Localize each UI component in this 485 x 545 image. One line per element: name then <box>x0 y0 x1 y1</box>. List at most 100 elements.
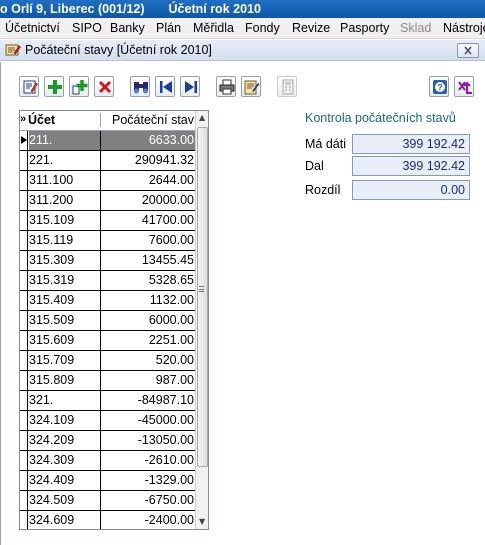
credit-label: Dal <box>305 159 324 173</box>
cell-initial-balance: -45000.00 <box>100 411 196 430</box>
credit-value-field: 399 192.42 <box>352 156 470 176</box>
cell-initial-balance: 2644.00 <box>100 171 196 190</box>
cell-account: 324.109 <box>29 413 75 427</box>
cell-initial-balance: 520.00 <box>100 351 196 370</box>
sort-indicator: » <box>20 113 27 125</box>
table-row[interactable]: 315.409 1132.00 <box>20 291 196 311</box>
table-row[interactable]: 315.709 520.00 <box>20 351 196 371</box>
cell-account: 221. <box>29 153 54 167</box>
cell-initial-balance: -6750.00 <box>100 491 196 510</box>
column-header-account[interactable]: Účet <box>28 113 55 127</box>
menu-nastroje[interactable]: Nástroje <box>443 21 485 35</box>
print-button[interactable] <box>216 76 236 97</box>
app-title-location: o Orlí 9, Liberec (001/12) <box>0 2 145 16</box>
grid-vertical-scrollbar[interactable]: ▲ ▼ <box>195 111 208 529</box>
table-row[interactable]: 315.109 41700.00 <box>20 211 196 231</box>
row-indicator <box>20 211 28 230</box>
table-row[interactable]: 315.809 987.00 <box>20 371 196 391</box>
add-copy-button[interactable] <box>69 76 89 97</box>
row-indicator <box>20 371 28 390</box>
cell-account: 315.409 <box>29 293 75 307</box>
first-record-button[interactable] <box>155 76 175 97</box>
cell-account: 311.100 <box>29 173 74 187</box>
menu-sipo[interactable]: SIPO <box>72 21 102 35</box>
cell-initial-balance: 5328.65 <box>100 271 196 290</box>
table-row[interactable]: 315.119 7600.00 <box>20 231 196 251</box>
menu-fondy[interactable]: Fondy <box>245 21 280 35</box>
cell-account: 211. <box>29 131 100 150</box>
cell-initial-balance: -1329.00 <box>100 471 196 490</box>
cell-initial-balance: -13050.00 <box>100 431 196 450</box>
accounts-grid[interactable]: » Účet Počáteční stav 211. 6633.00 221. 29… <box>19 110 209 530</box>
cell-initial-balance: 6633.00 <box>100 131 196 150</box>
menu-bar: Účetnictví SIPO Banky Plán Měřidla Fondy… <box>0 18 485 39</box>
row-indicator <box>20 251 28 270</box>
exit-button[interactable] <box>454 76 474 97</box>
app-title-year: Účetní rok 2010 <box>168 2 261 16</box>
cell-account: 315.109 <box>29 213 75 227</box>
row-indicator <box>20 191 28 210</box>
table-row[interactable]: 311.200 20000.00 <box>20 191 196 211</box>
table-row[interactable]: 315.309 13455.45 <box>20 251 196 271</box>
table-row[interactable]: 324.209 -13050.00 <box>20 431 196 451</box>
table-row[interactable]: 315.609 2251.00 <box>20 331 196 351</box>
cell-account: 315.709 <box>29 353 75 367</box>
help-button[interactable]: ? <box>429 76 449 97</box>
row-indicator <box>20 291 28 310</box>
cell-account: 324.509 <box>29 493 75 507</box>
row-indicator <box>20 391 28 410</box>
child-window-title-bar: Počáteční stavy [Účetní rok 2010] <box>0 40 485 61</box>
window-icon <box>5 43 21 57</box>
table-row[interactable]: 211. 6633.00 <box>20 131 196 151</box>
row-indicator <box>20 171 28 190</box>
add-button[interactable] <box>44 76 64 97</box>
cell-account: 315.609 <box>29 333 75 347</box>
last-record-button[interactable] <box>180 76 200 97</box>
cell-account: 311.200 <box>29 193 74 207</box>
debit-value-field: 399 192.42 <box>352 134 470 154</box>
cell-account: 324.209 <box>29 433 75 447</box>
table-row[interactable]: 324.309 -2610.00 <box>20 451 196 471</box>
row-indicator <box>20 271 28 290</box>
column-header-initial-balance[interactable]: Počáteční stav <box>100 113 196 127</box>
scroll-down-arrow-icon[interactable]: ▼ <box>199 517 205 526</box>
calculator-button[interactable] <box>277 76 297 97</box>
table-row[interactable]: 321. -84987.10 <box>20 391 196 411</box>
notepad-button[interactable] <box>241 76 261 97</box>
scroll-thumb[interactable] <box>197 127 208 467</box>
cell-initial-balance: -2400.00 <box>100 511 196 529</box>
grid-body: 211. 6633.00 221. 290941.32 311.100 2644.00… <box>20 131 196 529</box>
menu-banky[interactable]: Banky <box>110 21 145 35</box>
row-indicator <box>20 151 28 170</box>
row-indicator <box>20 131 28 150</box>
child-window-title: Počáteční stavy [Účetní rok 2010] <box>25 43 212 57</box>
edit-button[interactable] <box>19 76 39 97</box>
menu-revize[interactable]: Revize <box>292 21 330 35</box>
cell-account: 315.509 <box>29 313 75 327</box>
row-indicator <box>20 471 28 490</box>
scroll-up-arrow-icon[interactable]: ▲ <box>199 113 205 122</box>
menu-sklad: Sklad <box>400 21 432 35</box>
table-row[interactable]: 315.509 6000.00 <box>20 311 196 331</box>
table-row[interactable]: 311.100 2644.00 <box>20 171 196 191</box>
table-row[interactable]: 221. 290941.32 <box>20 151 196 171</box>
find-button[interactable] <box>130 76 150 97</box>
menu-plan[interactable]: Plán <box>156 21 181 35</box>
menu-ucetnictvi[interactable]: Účetnictví <box>5 21 60 35</box>
table-row[interactable]: 324.409 -1329.00 <box>20 471 196 491</box>
cell-account: 315.809 <box>29 373 75 387</box>
menu-meridla[interactable]: Měřidla <box>193 21 234 35</box>
close-button[interactable] <box>457 43 479 58</box>
table-row[interactable]: 315.319 5328.65 <box>20 271 196 291</box>
row-indicator <box>20 491 28 510</box>
menu-pasporty[interactable]: Pasporty <box>340 21 389 35</box>
table-row[interactable]: 324.509 -6750.00 <box>20 491 196 511</box>
delete-button[interactable] <box>94 76 114 97</box>
table-row[interactable]: 324.109 -45000.00 <box>20 411 196 431</box>
table-row[interactable]: 324.609 -2400.00 <box>20 511 196 529</box>
debit-label: Má dáti <box>305 137 346 151</box>
cell-account: 315.309 <box>29 253 75 267</box>
row-indicator <box>20 231 28 250</box>
svg-text:?: ? <box>437 83 443 93</box>
row-indicator <box>20 451 28 470</box>
